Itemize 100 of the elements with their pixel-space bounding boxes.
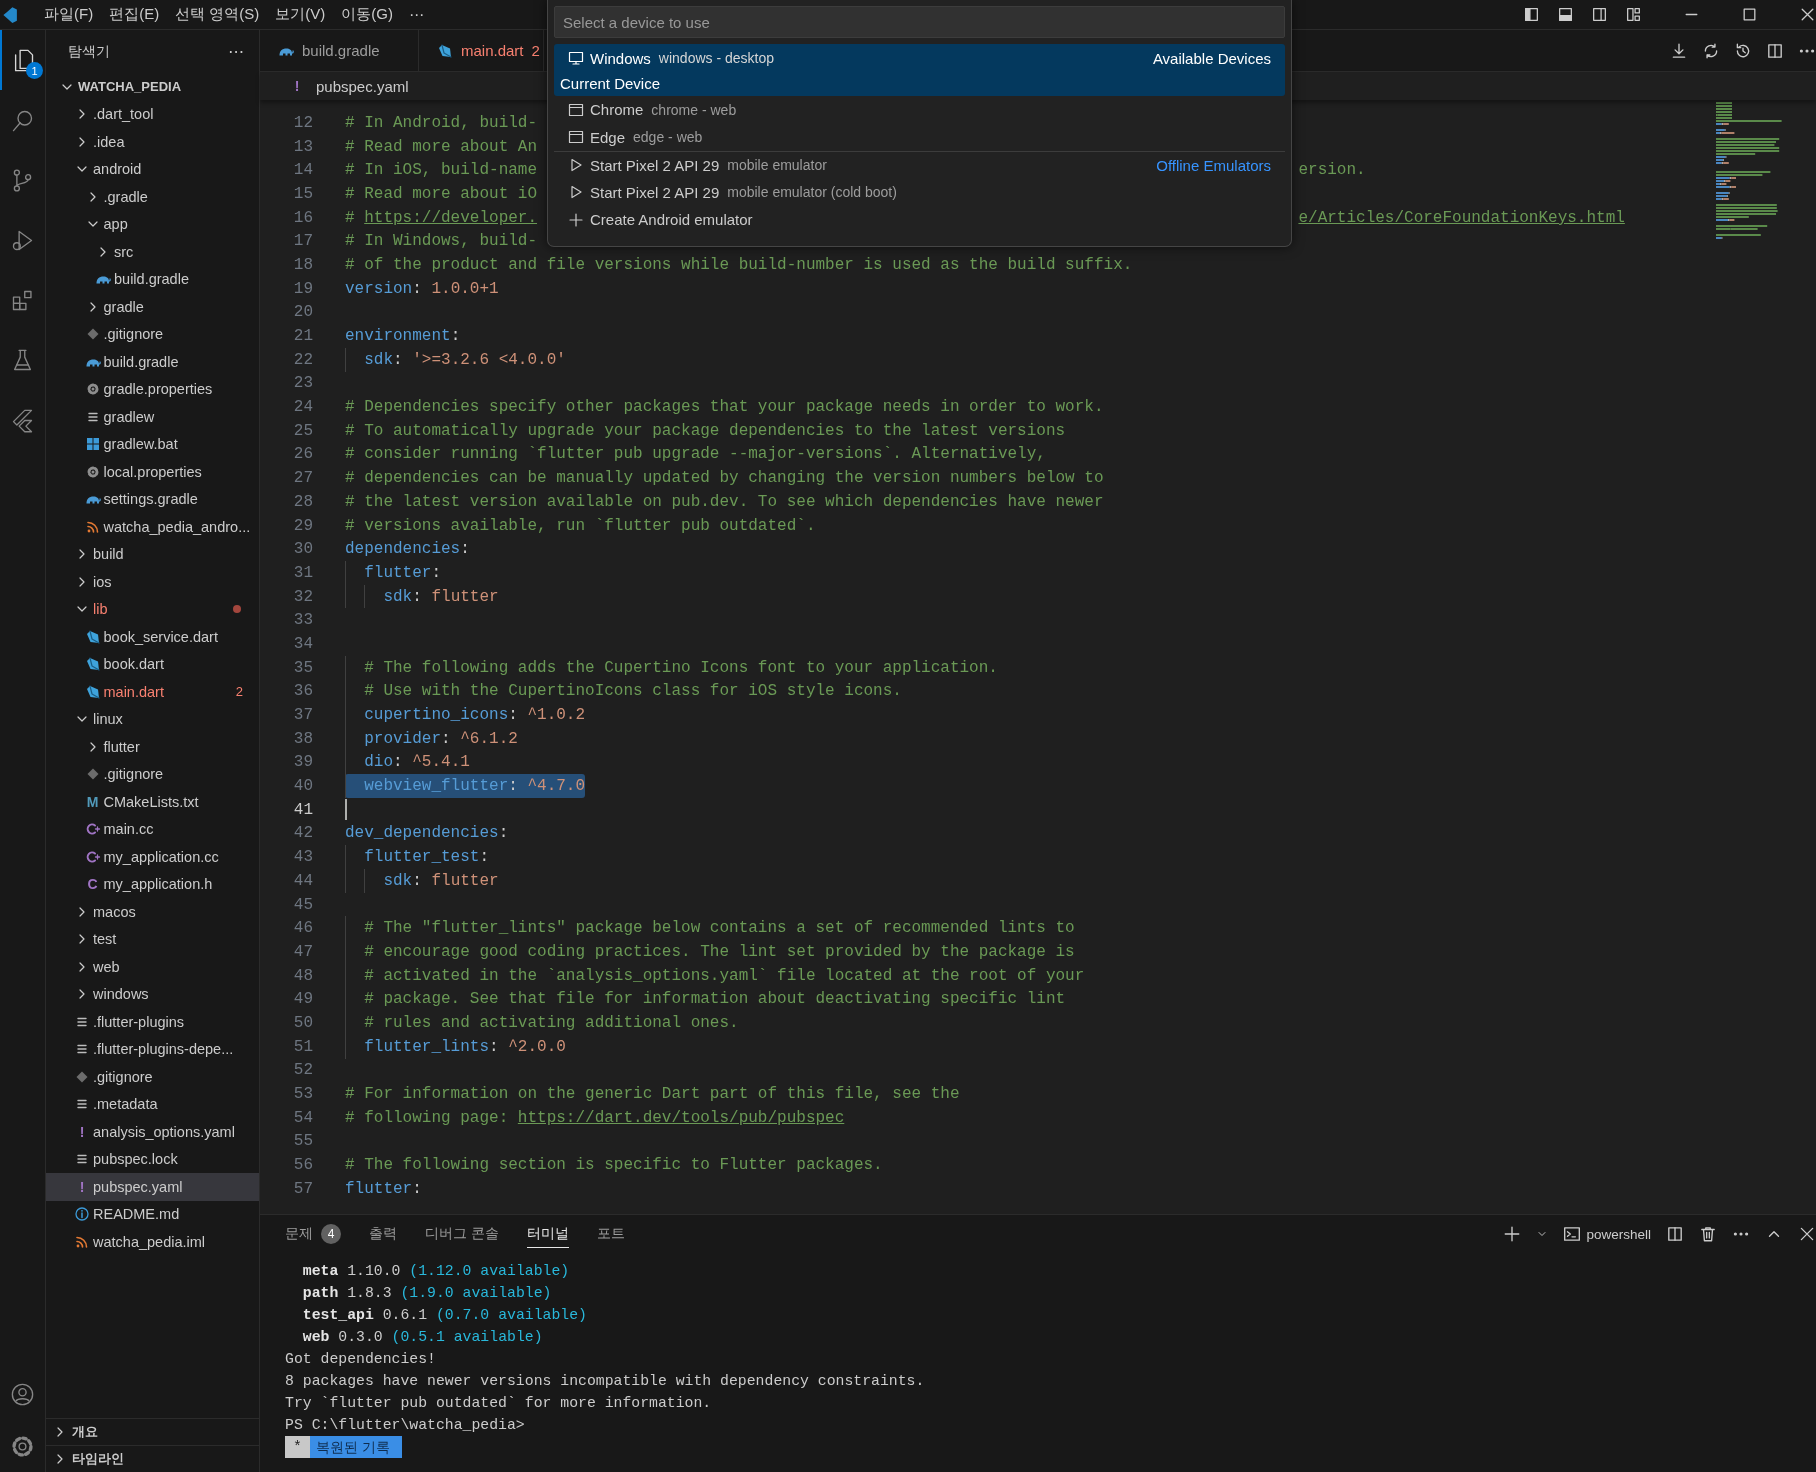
device-option[interactable]: Windows windows - desktop Available Devices Current Device: [554, 44, 1285, 96]
split-editor-icon[interactable]: [1666, 1225, 1684, 1243]
layout-icon[interactable]: [1625, 6, 1642, 23]
code-line: # activated in the `analysis_options.yaml` file located at the root of your: [345, 963, 1085, 988]
device-option[interactable]: Edge edge - web: [554, 123, 1285, 151]
tree-item[interactable]: main.cc: [46, 815, 259, 843]
close-icon[interactable]: [1798, 1225, 1816, 1243]
tree-item[interactable]: .metadata: [46, 1090, 259, 1118]
panel-tab[interactable]: 터미널: [526, 1220, 569, 1248]
section-header[interactable]: 타임라인: [46, 1445, 259, 1472]
tree-item[interactable]: .idea: [46, 128, 259, 156]
download-icon[interactable]: [1670, 41, 1688, 60]
trash-icon[interactable]: [1699, 1225, 1717, 1243]
menu-item[interactable]: 보기(V): [267, 5, 334, 24]
more-menu[interactable]: ⋯: [401, 5, 432, 24]
grid-icon: [84, 436, 101, 453]
terminal-icon[interactable]: [1563, 1225, 1582, 1243]
tree-item[interactable]: C my_application.h: [46, 870, 259, 898]
tree-item[interactable]: .flutter-plugins-depe...: [46, 1035, 259, 1063]
tree-item[interactable]: flutter: [46, 733, 259, 761]
menu-item[interactable]: 이동(G): [333, 5, 401, 24]
tree-item[interactable]: .flutter-plugins: [46, 1008, 259, 1036]
code-line: provider: ^6.1.2: [345, 726, 518, 751]
shell-name[interactable]: powershell: [1586, 1226, 1651, 1242]
tree-item[interactable]: .gitignore: [46, 1063, 259, 1091]
link[interactable]: https://dart.dev/tools/pub/pubspec: [517, 1108, 845, 1127]
tree-item[interactable]: app: [46, 210, 259, 238]
tree-item[interactable]: gradle: [46, 293, 259, 321]
option-label: Start Pixel 2 API 29: [590, 156, 720, 174]
tree-item[interactable]: main.dart 2: [46, 678, 259, 706]
tree-item[interactable]: .gitignore: [46, 320, 259, 348]
code-line: # Dependencies specify other packages that your package needs in order to work.: [345, 397, 1104, 419]
link[interactable]: e/Articles/CoreFoundationKeys.html: [1298, 208, 1625, 227]
tree-item[interactable]: my_application.cc: [46, 843, 259, 871]
tree-item[interactable]: ! pubspec.yaml: [46, 1173, 259, 1201]
plus-icon[interactable]: [1503, 1225, 1522, 1243]
tree-item[interactable]: macos: [46, 898, 259, 926]
tree-item[interactable]: lib: [46, 595, 259, 623]
tree-item[interactable]: book_service.dart: [46, 623, 259, 651]
code-line: # The following section is specific to Flutter packages.: [345, 1155, 883, 1177]
close-icon[interactable]: [1799, 6, 1816, 23]
history-icon[interactable]: [1734, 41, 1752, 60]
line-number: 18: [292, 255, 313, 274]
tree-item[interactable]: settings.gradle: [46, 485, 259, 513]
tree-item[interactable]: .gitignore: [46, 760, 259, 788]
line-number: 46: [292, 919, 313, 938]
secondary-sidebar-icon[interactable]: [1591, 6, 1608, 23]
tree-item[interactable]: ios: [46, 568, 259, 596]
tree-item[interactable]: book.dart: [46, 650, 259, 678]
tree-item[interactable]: pubspec.lock: [46, 1145, 259, 1173]
notification-badge: 1: [26, 62, 43, 79]
project-folder[interactable]: WATCHA_PEDIA: [46, 73, 259, 101]
code-line: dependencies:: [345, 539, 470, 561]
maximize-icon[interactable]: [1741, 6, 1758, 23]
sync-icon[interactable]: [1702, 41, 1720, 60]
device-option[interactable]: Start Pixel 2 API 29 mobile emulator (cold boot): [554, 178, 1285, 206]
tree-item[interactable]: android: [46, 155, 259, 183]
split-editor-icon[interactable]: [1766, 41, 1784, 60]
panel-tab[interactable]: 디버그 콘솔: [425, 1220, 499, 1248]
tree-item[interactable]: .gradle: [46, 183, 259, 211]
more-button[interactable]: ⋯: [228, 42, 245, 61]
tree-item[interactable]: .dart_tool: [46, 100, 259, 128]
breadcrumb[interactable]: pubspec.yaml: [316, 77, 409, 95]
menu-item[interactable]: 선택 영역(S): [167, 5, 268, 24]
sidebar-toggle-icon[interactable]: [1523, 6, 1540, 23]
device-option[interactable]: Create Android emulator: [554, 206, 1285, 234]
tree-item[interactable]: gradlew.bat: [46, 430, 259, 458]
tree-item[interactable]: linux: [46, 705, 259, 733]
tree-item[interactable]: README.md: [46, 1200, 259, 1228]
tree-item[interactable]: M CMakeLists.txt: [46, 788, 259, 816]
code-line: sdk: flutter: [345, 869, 499, 893]
tree-item[interactable]: windows: [46, 980, 259, 1008]
tree-item[interactable]: watcha_pedia.iml: [46, 1228, 259, 1256]
link[interactable]: https://developer.: [364, 208, 538, 227]
tree-item[interactable]: test: [46, 925, 259, 953]
device-option[interactable]: Chrome chrome - web: [554, 96, 1285, 124]
panel-toggle-icon[interactable]: [1557, 6, 1574, 23]
menu-item[interactable]: 편집(E): [101, 5, 168, 24]
window-icon: [568, 101, 584, 118]
problem-count: 2: [235, 684, 243, 700]
code-line: # The following adds the Cupertino Icons font to your application.: [345, 655, 998, 680]
file-type-icon: !: [75, 1123, 89, 1140]
panel-tab[interactable]: 출력: [369, 1220, 397, 1248]
device-option[interactable]: Start Pixel 2 API 29 mobile emulator Offline Emulators: [554, 151, 1285, 179]
menu-item[interactable]: 파일(F): [36, 5, 102, 24]
tree-item[interactable]: ! analysis_options.yaml: [46, 1118, 259, 1146]
tree-item[interactable]: local.properties: [46, 458, 259, 486]
tree-item[interactable]: build.gradle: [46, 348, 259, 376]
tree-item[interactable]: watcha_pedia_andro...: [46, 513, 259, 541]
tree-item[interactable]: gradle.properties: [46, 375, 259, 403]
search-field[interactable]: Select a device to use: [554, 6, 1285, 38]
tree-item[interactable]: web: [46, 953, 259, 981]
tree-item[interactable]: build.gradle: [46, 265, 259, 293]
section-header[interactable]: 개요: [46, 1418, 259, 1445]
panel-tab[interactable]: 문제 4: [285, 1220, 341, 1248]
panel-tab[interactable]: 포트: [596, 1220, 625, 1248]
tree-item[interactable]: gradlew: [46, 403, 259, 431]
file-type-icon: !: [290, 78, 304, 94]
tree-item[interactable]: src: [46, 238, 259, 266]
tree-item[interactable]: build: [46, 540, 259, 568]
